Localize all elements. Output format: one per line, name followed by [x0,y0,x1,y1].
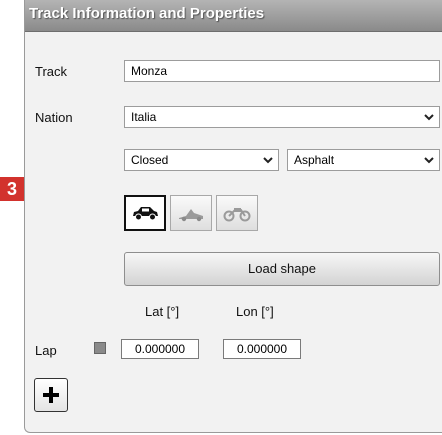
vehicle-car-button[interactable] [124,195,166,231]
track-name-input[interactable]: Monza [124,60,440,82]
nation-select[interactable]: Italia [124,106,440,128]
kart-icon [179,209,203,222]
title-bar: Track Information and Properties [25,0,442,32]
add-button[interactable] [34,378,68,412]
nation-label: Nation [35,110,73,125]
chevron-down-icon [424,157,434,164]
car-icon [133,207,158,221]
lap-color-swatch[interactable] [94,342,106,354]
lap-lat-input[interactable]: 0.000000 [121,339,199,359]
track-label: Track [35,64,68,79]
window-title: Track Information and Properties [29,5,265,22]
circuit-type-value: Closed [131,153,169,167]
vehicle-motorbike-button[interactable] [216,195,258,231]
chevron-down-icon [424,114,434,121]
plus-icon [43,387,59,403]
load-shape-button[interactable]: Load shape [124,252,440,286]
motorbike-icon [223,208,251,222]
surface-select[interactable]: Asphalt [287,149,440,171]
lon-header: Lon [°] [236,304,274,319]
lat-header: Lat [°] [145,304,180,319]
vehicle-kart-button[interactable] [170,195,212,231]
circuit-type-select[interactable]: Closed [124,149,279,171]
surface-value: Asphalt [294,153,335,167]
nation-select-value: Italia [131,110,157,124]
lap-lon-input[interactable]: 0.000000 [223,339,301,359]
step-badge: 3 [0,177,24,201]
lap-label: Lap [35,343,57,358]
chevron-down-icon [263,157,273,164]
track-properties-panel: Track Information and Properties Track M… [24,0,442,433]
